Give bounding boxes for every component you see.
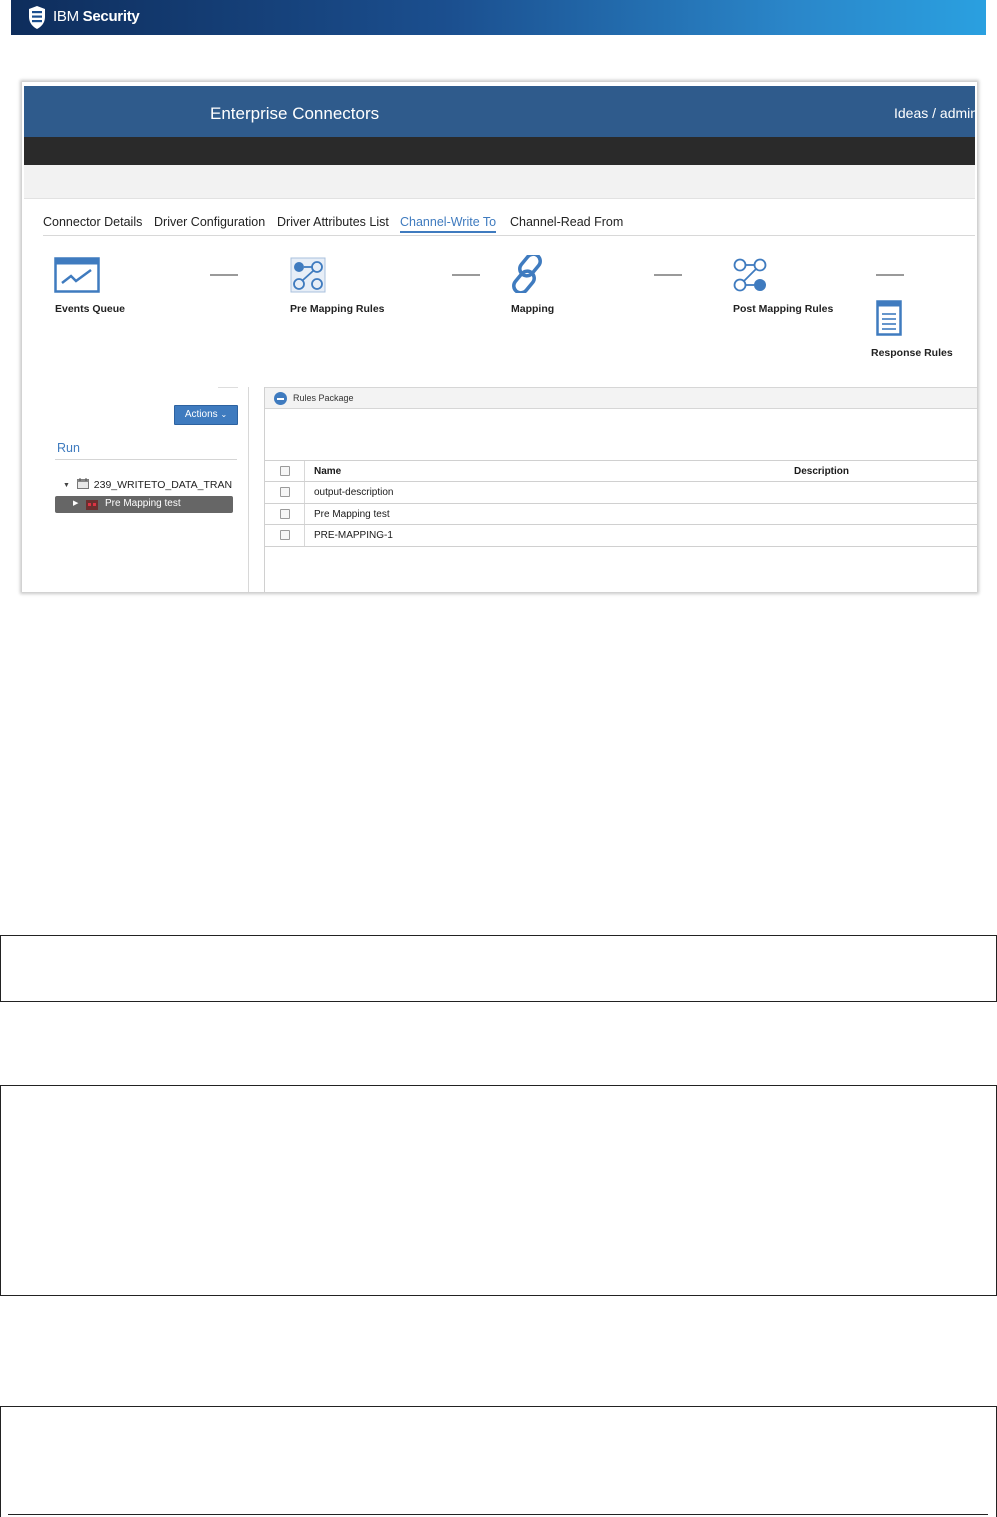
step-pre-mapping-rules-label: Pre Mapping Rules	[290, 303, 385, 315]
tab-channel-read-from[interactable]: Channel-Read From	[510, 215, 623, 229]
divider	[55, 459, 237, 460]
step-connector	[452, 274, 480, 276]
row-checkbox[interactable]	[280, 530, 290, 540]
tab-run[interactable]: Run	[57, 441, 80, 455]
caret-down-icon[interactable]: ▼	[63, 482, 70, 489]
table-row[interactable]: Pre Mapping test	[265, 503, 977, 525]
rules-package-header: Rules Package	[265, 387, 977, 409]
content-box	[0, 935, 997, 1002]
ibm-security-brand: IBM Security	[53, 8, 140, 25]
row-name: PRE-MAPPING-1	[314, 530, 393, 541]
app-title: Enterprise Connectors	[210, 104, 380, 123]
calendar-folder-icon	[76, 478, 89, 489]
column-header-name[interactable]: Name	[314, 466, 341, 477]
caret-right-icon[interactable]: ▶	[73, 499, 78, 507]
rules-package-title: Rules Package	[293, 393, 354, 403]
row-checkbox[interactable]	[280, 508, 290, 519]
tree-selected-node[interactable]: ▶ Pre Mapping test	[55, 496, 233, 513]
footer-divider	[8, 1514, 988, 1515]
step-events-queue-label: Events Queue	[55, 303, 126, 315]
mapping-link-icon[interactable]	[510, 255, 548, 293]
collapse-minus-icon[interactable]	[274, 392, 287, 405]
table-row[interactable]: output-description	[265, 482, 977, 504]
brand-security: Security	[82, 8, 140, 25]
column-divider	[304, 461, 305, 481]
post-mapping-rules-icon[interactable]	[732, 257, 768, 293]
column-divider	[304, 525, 305, 546]
content-box	[0, 1085, 997, 1296]
column-divider	[304, 503, 305, 524]
ibm-security-header: IBM Security	[11, 0, 986, 35]
tab-driver-attributes-list[interactable]: Driver Attributes List	[277, 215, 389, 229]
nav-bar	[24, 137, 975, 165]
tab-connector-details[interactable]: Connector Details	[43, 215, 142, 229]
events-queue-icon[interactable]	[54, 257, 100, 293]
content-box	[0, 1406, 997, 1517]
actions-label: Actions	[184, 409, 218, 420]
tree-root-node[interactable]: ▼ 239_WRITETO_DATA_TRAN	[63, 478, 232, 491]
toolbar	[24, 165, 975, 199]
select-all-checkbox[interactable]	[280, 466, 290, 476]
rules-tree-panel: Actions ⌄ Run ▼ 239_WRITETO_DATA_TRAN ▶ …	[25, 387, 249, 592]
tree-root-label: 239_WRITETO_DATA_TRAN	[93, 479, 233, 491]
pre-mapping-rules-icon[interactable]	[290, 257, 326, 293]
actions-dropdown-button[interactable]: Actions ⌄	[174, 405, 238, 425]
table-row[interactable]: PRE-MAPPING-1	[265, 525, 977, 547]
ibm-security-shield-icon	[29, 6, 45, 29]
rules-package-table: Name Description output-description Pre …	[265, 460, 977, 547]
tab-channel-write-to[interactable]: Channel-Write To	[400, 215, 497, 233]
column-header-description[interactable]: Description	[794, 466, 849, 477]
brand-ibm: IBM	[53, 8, 79, 25]
row-checkbox[interactable]	[280, 487, 290, 497]
tree-selected-label: Pre Mapping test	[105, 498, 181, 509]
column-divider	[304, 482, 305, 503]
connector-tabs: Connector Details Driver Configuration D…	[43, 213, 975, 236]
tab-driver-configuration[interactable]: Driver Configuration	[154, 215, 265, 229]
step-mapping-label: Mapping	[511, 303, 555, 315]
step-response-rules-label: Response Rules	[871, 347, 953, 359]
row-name: output-description	[314, 487, 394, 498]
step-connector	[876, 274, 904, 276]
rules-package-panel: Rules Package Name Description output-de…	[264, 387, 977, 592]
table-header-row: Name Description	[265, 460, 977, 482]
step-connector	[210, 274, 238, 276]
rule-package-icon	[86, 500, 98, 510]
enterprise-connectors-screenshot: Enterprise Connectors Ideas / admin Conn…	[22, 82, 977, 592]
step-connector	[654, 274, 682, 276]
row-name: Pre Mapping test	[314, 508, 390, 520]
chevron-down-icon: ⌄	[220, 410, 228, 419]
step-post-mapping-rules-label: Post Mapping Rules	[733, 303, 834, 315]
divider	[218, 387, 238, 388]
app-header: Enterprise Connectors Ideas / admin	[24, 86, 977, 137]
user-menu[interactable]: Ideas / admin	[894, 105, 977, 121]
response-rules-icon[interactable]	[876, 300, 902, 336]
